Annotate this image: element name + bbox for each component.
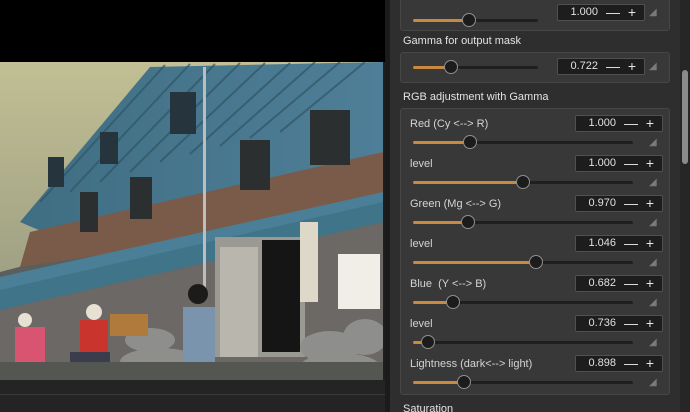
reset-icon[interactable]: ◢: [649, 218, 661, 228]
green-slider-thumb[interactable]: [461, 215, 475, 229]
lightness-slider[interactable]: [413, 375, 633, 389]
blue-level-value-box[interactable]: 0.736 — +: [575, 315, 663, 332]
row-green-level: level 1.046 — + ◢: [401, 233, 669, 273]
preview-letterbox: [0, 0, 385, 62]
row-green: Green (Mg <--> G) 0.970 — + ◢: [401, 193, 669, 233]
blue-slider-thumb[interactable]: [445, 295, 460, 309]
blue-level-slider-thumb[interactable]: [421, 335, 436, 349]
blue-value-box[interactable]: 0.682 — +: [575, 275, 663, 292]
decrement-icon[interactable]: —: [622, 236, 640, 251]
gamma-mask-value[interactable]: 0.722: [570, 60, 598, 72]
photo-illustration: [0, 62, 383, 380]
red-level-slider[interactable]: [413, 175, 633, 189]
row-blue: Blue (Y <--> B) 0.682 — + ◢: [401, 273, 669, 313]
decrement-icon[interactable]: —: [622, 156, 640, 171]
blue-slider[interactable]: [413, 295, 633, 309]
row-label: Red (Cy <--> R): [410, 118, 489, 130]
row-label: level: [410, 318, 433, 330]
green-slider-fill: [413, 221, 468, 224]
blue-level-value[interactable]: 0.736: [588, 317, 616, 329]
increment-icon[interactable]: +: [641, 156, 659, 171]
top-slider[interactable]: [413, 13, 538, 27]
reset-icon[interactable]: ◢: [649, 258, 661, 268]
green-level-slider-fill: [413, 261, 537, 264]
row-label: level: [410, 238, 433, 250]
blue-level-slider[interactable]: [413, 335, 633, 349]
photo-mountain-hut[interactable]: [0, 62, 383, 380]
reset-icon[interactable]: ◢: [649, 378, 661, 388]
reset-icon[interactable]: ◢: [649, 8, 661, 18]
red-slider-thumb[interactable]: [463, 135, 478, 149]
group-top: 1.000 — + ◢: [400, 0, 670, 31]
panel-scrollbar-thumb[interactable]: [682, 70, 688, 164]
red-slider[interactable]: [413, 135, 633, 149]
red-slider-fill: [413, 141, 471, 144]
increment-icon[interactable]: +: [641, 276, 659, 291]
lightness-value[interactable]: 0.898: [588, 357, 616, 369]
gamma-mask-slider-thumb[interactable]: [443, 60, 458, 74]
row-label: Green (Mg <--> G): [410, 198, 502, 210]
top-value[interactable]: 1.000: [570, 6, 598, 18]
group-gamma-output-mask: 0.722 — + ◢: [400, 52, 670, 83]
red-value-box[interactable]: 1.000 — +: [575, 115, 663, 132]
green-slider[interactable]: [413, 215, 633, 229]
reset-icon[interactable]: ◢: [649, 338, 661, 348]
red-level-value[interactable]: 1.000: [588, 157, 616, 169]
green-value[interactable]: 0.970: [588, 197, 616, 209]
increment-icon[interactable]: +: [641, 316, 659, 331]
decrement-icon[interactable]: —: [604, 5, 622, 20]
increment-icon[interactable]: +: [623, 5, 641, 20]
section-title-gamma-output-mask: Gamma for output mask: [403, 35, 521, 47]
decrement-icon[interactable]: —: [622, 276, 640, 291]
row-label: Lightness (dark<--> light): [410, 358, 533, 370]
decrement-icon[interactable]: —: [604, 59, 622, 74]
red-level-slider-thumb[interactable]: [516, 175, 530, 189]
section-title-saturation: Saturation: [403, 403, 454, 412]
increment-icon[interactable]: +: [641, 196, 659, 211]
red-level-slider-fill: [413, 181, 523, 184]
preview-divider: [0, 394, 385, 395]
decrement-icon[interactable]: —: [622, 196, 640, 211]
increment-icon[interactable]: +: [641, 356, 659, 371]
green-level-slider-thumb[interactable]: [529, 255, 544, 269]
reset-icon[interactable]: ◢: [649, 138, 661, 148]
gamma-mask-slider[interactable]: [413, 60, 538, 74]
lightness-value-box[interactable]: 0.898 — +: [575, 355, 663, 372]
increment-icon[interactable]: +: [641, 236, 659, 251]
image-preview[interactable]: [0, 0, 385, 412]
green-level-value[interactable]: 1.046: [588, 237, 616, 249]
decrement-icon[interactable]: —: [622, 356, 640, 371]
gamma-mask-value-box[interactable]: 0.722 — +: [557, 58, 645, 75]
top-value-box[interactable]: 1.000 — +: [557, 4, 645, 21]
increment-icon[interactable]: +: [623, 59, 641, 74]
decrement-icon[interactable]: —: [622, 316, 640, 331]
row-lightness: Lightness (dark<--> light) 0.898 — + ◢: [401, 353, 669, 393]
green-level-value-box[interactable]: 1.046 — +: [575, 235, 663, 252]
panel-scrollbar[interactable]: [680, 0, 690, 412]
lightness-slider-thumb[interactable]: [456, 375, 471, 389]
reset-icon[interactable]: ◢: [649, 178, 661, 188]
blue-value[interactable]: 0.682: [588, 277, 616, 289]
row-label: Blue (Y <--> B): [410, 278, 487, 290]
row-blue-level: level 0.736 — + ◢: [401, 313, 669, 353]
green-level-slider[interactable]: [413, 255, 633, 269]
preview-footer: [0, 380, 385, 412]
settings-panel: 1.000 — + ◢ Gamma for output mask 0.722 …: [390, 0, 680, 412]
decrement-icon[interactable]: —: [622, 116, 640, 131]
section-title-rgb-gamma: RGB adjustment with Gamma: [403, 91, 549, 103]
red-level-value-box[interactable]: 1.000 — +: [575, 155, 663, 172]
row-red-level: level 1.000 — + ◢: [401, 153, 669, 193]
reset-icon[interactable]: ◢: [649, 298, 661, 308]
row-label: level: [410, 158, 433, 170]
reset-icon[interactable]: ◢: [649, 62, 661, 72]
row-red: Red (Cy <--> R) 1.000 — + ◢: [401, 113, 669, 153]
top-slider-thumb[interactable]: [462, 13, 477, 27]
increment-icon[interactable]: +: [641, 116, 659, 131]
top-slider-fill: [413, 19, 470, 22]
red-value[interactable]: 1.000: [588, 117, 616, 129]
green-value-box[interactable]: 0.970 — +: [575, 195, 663, 212]
group-rgb-gamma: Red (Cy <--> R) 1.000 — + ◢ level 1.000 …: [400, 108, 670, 395]
